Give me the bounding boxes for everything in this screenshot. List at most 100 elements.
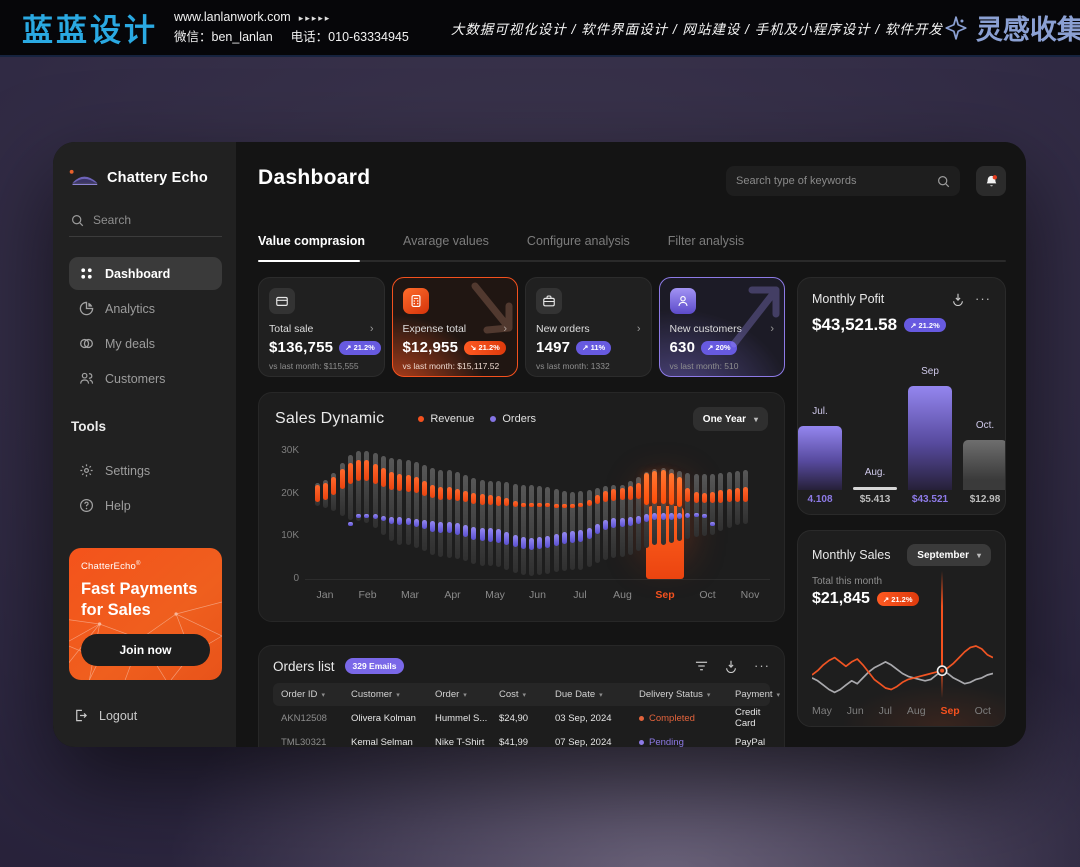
sidebar-item-customers[interactable]: Customers	[69, 362, 222, 395]
orders-bar	[471, 527, 476, 540]
orders-bar	[587, 528, 592, 539]
sidebar-item-analytics[interactable]: Analytics	[69, 292, 222, 325]
x-tick-jul[interactable]: Jul	[879, 705, 892, 717]
chevron-right-icon[interactable]: ›	[770, 323, 774, 335]
orders-bar	[521, 537, 526, 549]
orders-bar	[554, 534, 559, 546]
x-tick-jan[interactable]: Jan	[308, 589, 342, 601]
range-selector[interactable]: One Year▾	[693, 407, 768, 431]
cell-status: Pending	[639, 737, 735, 748]
x-tick-oct[interactable]: Oct	[975, 705, 991, 717]
x-tick-may[interactable]: May	[812, 705, 832, 717]
x-axis-baseline	[305, 579, 770, 580]
tab-avarage-values[interactable]: Avarage values	[403, 234, 489, 248]
sidebar-search-input[interactable]	[93, 213, 203, 227]
profit-bar-jul[interactable]	[798, 426, 842, 490]
sort-caret-icon: ▾	[777, 691, 781, 699]
column-header-order[interactable]: Order▾	[435, 689, 499, 700]
more-options-icon[interactable]: ···	[754, 663, 770, 669]
chevron-right-icon[interactable]: ›	[370, 323, 374, 335]
chevron-down-icon: ▾	[754, 415, 758, 424]
filter-icon[interactable]	[695, 660, 708, 672]
sidebar-item-settings[interactable]: Settings	[69, 454, 222, 487]
export-icon[interactable]	[724, 659, 738, 673]
revenue-bar	[348, 463, 353, 484]
join-now-button[interactable]: Join now	[81, 634, 210, 666]
stat-card-total-sale[interactable]: Total sale› $136,755 ↗ 21.2% vs last mon…	[258, 277, 385, 377]
x-tick-oct[interactable]: Oct	[691, 589, 725, 601]
chevron-right-icon[interactable]: ›	[637, 323, 641, 335]
range-bar	[513, 484, 518, 573]
month-selector[interactable]: September▾	[907, 544, 991, 566]
sidebar-search[interactable]	[69, 213, 222, 237]
profit-bar-aug[interactable]	[853, 487, 897, 490]
logout-button[interactable]: Logout	[69, 702, 222, 729]
x-tick-jun[interactable]: Jun	[847, 705, 864, 717]
revenue-bar	[373, 464, 378, 484]
revenue-bar	[735, 488, 740, 503]
column-header-order-id[interactable]: Order ID▾	[281, 689, 351, 700]
range-bar	[422, 465, 427, 551]
revenue-bar	[611, 489, 616, 501]
column-header-payment[interactable]: Payment ▾	[735, 689, 780, 700]
range-bar	[455, 472, 460, 559]
stat-value: $12,955	[403, 339, 459, 356]
column-header-due-date[interactable]: Due Date▾	[555, 689, 639, 700]
column-header-customer[interactable]: Customer▾	[351, 689, 435, 700]
more-options-icon[interactable]: ···	[975, 296, 991, 302]
banner-wechat: 微信：ben_lanlan	[174, 30, 273, 44]
orders-bar	[669, 513, 674, 519]
table-row[interactable]: AKN12508Olivera KolmanHummel S...$24,900…	[273, 706, 770, 730]
stat-card-new-orders[interactable]: New orders› 1497 ↗ 11% vs last month: 13…	[525, 277, 652, 377]
range-bar	[702, 474, 707, 536]
x-tick-aug[interactable]: Aug	[606, 589, 640, 601]
stat-card-new-customers[interactable]: New customers› 630 ↗ 20% vs last month: …	[659, 277, 786, 377]
sidebar-item-dashboard[interactable]: Dashboard	[69, 257, 222, 290]
subtitle: Total this month	[812, 576, 991, 587]
card-title: Sales Dynamic	[275, 410, 384, 428]
tab-filter-analysis[interactable]: Filter analysis	[668, 234, 744, 248]
column-header-cost[interactable]: Cost▾	[499, 689, 555, 700]
x-tick-sep[interactable]: Sep	[940, 705, 959, 717]
orders-bar	[710, 522, 715, 526]
profit-bar-oct[interactable]	[963, 440, 1006, 490]
x-tick-may[interactable]: May	[478, 589, 512, 601]
revenue-bar	[381, 468, 386, 487]
x-tick-sep[interactable]: Sep	[648, 589, 682, 601]
orders-bar	[644, 514, 649, 521]
export-icon[interactable]	[951, 292, 965, 306]
legend-revenue: Revenue	[418, 413, 474, 425]
orders-bar	[570, 531, 575, 543]
orders-bar	[513, 535, 518, 547]
table-row[interactable]: TML30321Kemal SelmanNike T-Shirt$41,9907…	[273, 730, 770, 747]
column-header-delivery-status[interactable]: Delivery Status▾	[639, 689, 735, 700]
line-previous	[812, 662, 993, 693]
header-search-input[interactable]	[736, 175, 929, 187]
banner-url[interactable]: www.lanlanwork.com	[174, 10, 291, 24]
tab-value-comprasion[interactable]: Value comprasion	[258, 234, 365, 248]
bell-icon	[984, 174, 999, 189]
x-tick-jun[interactable]: Jun	[521, 589, 555, 601]
x-tick-apr[interactable]: Apr	[436, 589, 470, 601]
help-icon	[79, 498, 94, 513]
range-bar	[694, 474, 699, 537]
column-label: Payment	[735, 689, 773, 700]
header-search[interactable]	[726, 166, 960, 196]
chevron-right-icon[interactable]: ›	[503, 323, 507, 335]
profit-bar-sep[interactable]	[908, 386, 952, 490]
x-tick-feb[interactable]: Feb	[351, 589, 385, 601]
x-tick-aug[interactable]: Aug	[907, 705, 926, 717]
orders-bar	[661, 513, 666, 520]
x-tick-jul[interactable]: Jul	[563, 589, 597, 601]
stat-card-expense-total[interactable]: Expense total› $12,955 ↘ 21.2% vs last m…	[392, 277, 519, 377]
tab-bar: Value comprasion Avarage values Configur…	[258, 234, 744, 248]
range-bar	[463, 475, 468, 562]
tab-configure-analysis[interactable]: Configure analysis	[527, 234, 630, 248]
stat-label: Expense total	[403, 323, 467, 335]
cell-order-id: AKN12508	[281, 713, 351, 724]
x-tick-nov[interactable]: Nov	[733, 589, 767, 601]
x-tick-mar[interactable]: Mar	[393, 589, 427, 601]
notifications-button[interactable]	[976, 166, 1006, 196]
sidebar-item-help[interactable]: Help	[69, 489, 222, 522]
sidebar-item-my-deals[interactable]: My deals	[69, 327, 222, 360]
